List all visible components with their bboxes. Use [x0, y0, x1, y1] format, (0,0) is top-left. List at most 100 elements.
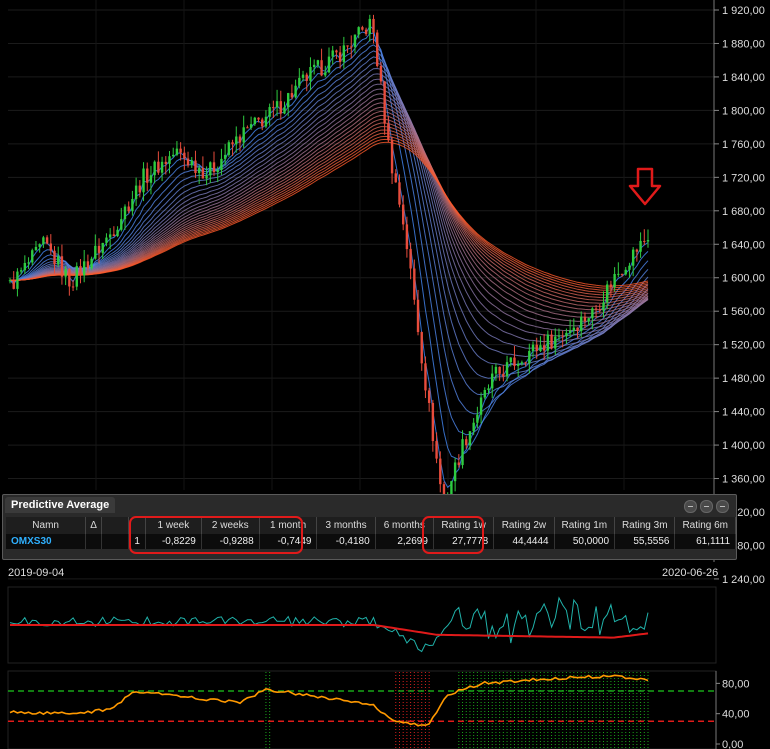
- candle-body: [357, 27, 360, 35]
- candle-body: [264, 116, 268, 127]
- candle-body: [75, 266, 78, 287]
- candle-body: [338, 52, 342, 62]
- header-3-months[interactable]: 3 months: [316, 517, 376, 534]
- candle-body: [223, 154, 227, 159]
- header-rating-1m[interactable]: Rating 1m: [554, 517, 616, 534]
- candle-body: [520, 362, 524, 364]
- chart-area[interactable]: 1 920,00 1 880,00 1 840,00 1 800,00 1 760,00…: [0, 0, 770, 749]
- candle-body: [53, 250, 56, 265]
- candle-body: [643, 240, 646, 242]
- candle-body: [86, 261, 90, 269]
- start-date: 2019-09-04: [8, 567, 65, 579]
- candle-body: [583, 316, 587, 322]
- candle-body: [294, 85, 297, 98]
- y-tick-label: 1 920,00: [722, 5, 765, 17]
- header-name[interactable]: Namn: [6, 517, 87, 534]
- candle-body: [457, 462, 461, 466]
- candle-body: [524, 362, 527, 364]
- candle-body: [346, 45, 349, 47]
- candle-body: [286, 93, 290, 108]
- candle-body: [342, 45, 346, 62]
- sort-icon[interactable]: Δ: [85, 517, 102, 534]
- candle-body: [123, 206, 127, 220]
- candle-body: [64, 268, 67, 277]
- y-tick-label: 1 400,00: [722, 440, 765, 452]
- candle-body: [405, 224, 409, 250]
- row-rating-2w: 44,4444: [493, 534, 555, 549]
- candle-body: [624, 269, 627, 275]
- table-row[interactable]: OMXS30 1 -0,8229 -0,9288 -0,7449 -0,4180…: [6, 534, 736, 549]
- candle-body: [68, 268, 71, 287]
- candle-body: [186, 158, 190, 166]
- row-rating-6m: 61,1111: [674, 534, 736, 549]
- candle-body: [157, 161, 160, 173]
- candle-body: [149, 175, 153, 183]
- y-tick-label: 1 880,00: [722, 38, 765, 50]
- candle-body: [453, 462, 457, 482]
- candle-body: [272, 107, 275, 109]
- candle-body: [309, 67, 312, 81]
- candle-body: [483, 390, 486, 398]
- candle-body: [175, 148, 179, 155]
- candle-body: [424, 363, 427, 391]
- candle-body: [27, 262, 30, 264]
- candle-body: [120, 219, 123, 230]
- candle-body: [331, 50, 334, 57]
- candle-body: [487, 388, 490, 391]
- row-name[interactable]: OMXS30: [6, 534, 87, 549]
- minimize-icon[interactable]: [684, 500, 697, 513]
- candle-body: [390, 140, 394, 174]
- candle-body: [127, 206, 130, 212]
- candle-body: [71, 286, 75, 288]
- candle-body: [401, 204, 405, 225]
- candle-body: [112, 234, 116, 237]
- candle-body: [105, 237, 108, 243]
- candle-body: [16, 271, 19, 289]
- candle-body: [476, 414, 479, 423]
- candle-body: [212, 162, 216, 173]
- candle-body: [353, 34, 357, 48]
- candle-body: [516, 363, 520, 366]
- candle-body: [468, 431, 472, 446]
- candle-body: [565, 332, 568, 337]
- candle-body: [379, 65, 383, 82]
- rating-y-tick-label: 40,00: [722, 709, 750, 721]
- row-rating-3m: 55,5556: [614, 534, 676, 549]
- candle-body: [268, 107, 271, 117]
- candle-body: [368, 18, 372, 35]
- candle-body: [568, 330, 572, 333]
- candle-body: [231, 142, 234, 145]
- header-rating-3m[interactable]: Rating 3m: [614, 517, 676, 534]
- candle-body: [253, 117, 257, 125]
- header-rating-2w[interactable]: Rating 2w: [493, 517, 555, 534]
- header-rating-6m[interactable]: Rating 6m: [674, 517, 736, 534]
- candle-body: [164, 161, 167, 164]
- candle-body: [646, 240, 650, 242]
- candle-body: [320, 60, 323, 76]
- candle-body: [19, 270, 23, 272]
- candle-body: [205, 175, 208, 179]
- candle-body: [465, 439, 468, 446]
- rating-y-tick-label: 80,00: [722, 678, 750, 690]
- candle-body: [134, 185, 138, 199]
- candle-body: [409, 249, 412, 269]
- restore-icon[interactable]: [700, 500, 713, 513]
- candle-body: [38, 244, 41, 247]
- candle-body: [509, 357, 512, 363]
- candle-body: [513, 357, 516, 366]
- candle-body: [617, 273, 620, 275]
- candle-body: [227, 142, 231, 155]
- candle-body: [605, 284, 609, 303]
- candle-body: [587, 318, 590, 322]
- highlight-rating-1w: [422, 516, 484, 554]
- candle-body: [153, 161, 156, 176]
- candle-body: [594, 308, 598, 310]
- y-tick-label: 1 240,00: [722, 574, 765, 586]
- candle-body: [172, 154, 175, 157]
- candle-body: [546, 334, 550, 351]
- predictive-average-panel: Predictive Average Namn Δ 1 week 2 weeks…: [2, 494, 737, 560]
- candle-body: [60, 256, 64, 277]
- candle-body: [131, 198, 134, 212]
- close-icon[interactable]: [716, 500, 729, 513]
- highlight-weekly-monthly: [129, 516, 303, 554]
